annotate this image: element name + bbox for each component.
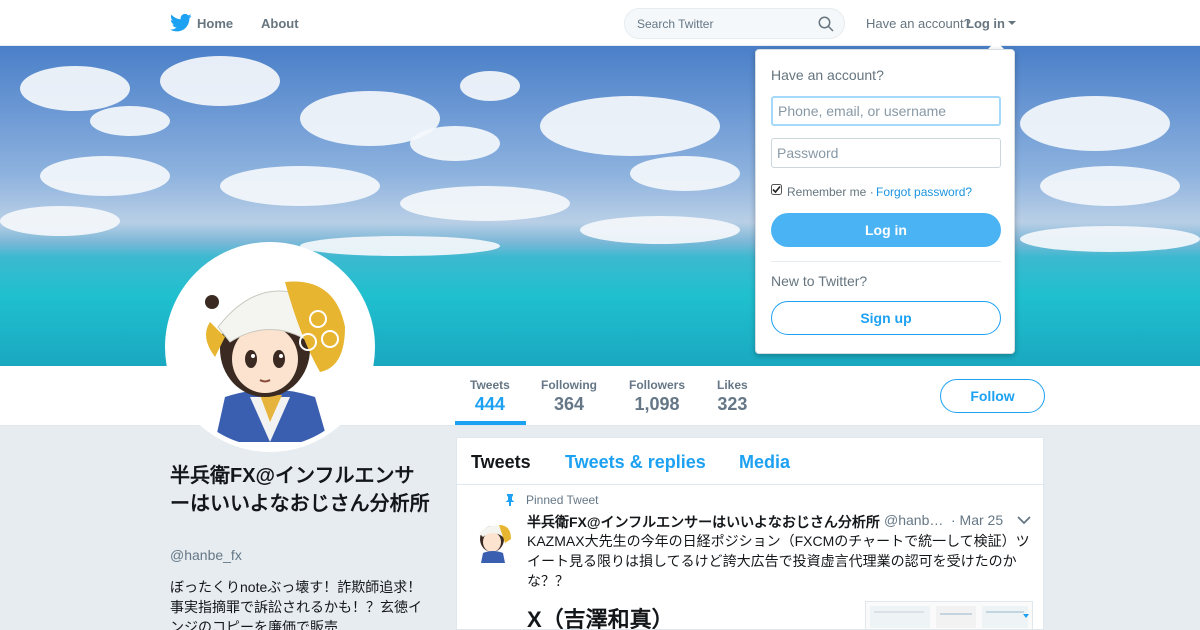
avatar-character-image [170,247,370,447]
timeline-tabs: Tweets Tweets & replies Media [457,438,1043,485]
stat-label: Followers [629,378,686,392]
follow-button[interactable]: Follow [940,379,1045,413]
tweet-author-handle[interactable]: @hanbe_fx [884,512,946,528]
forgot-password-link[interactable]: Forgot password? [876,185,972,199]
active-stat-indicator [455,421,526,425]
tab-media[interactable]: Media [739,452,790,473]
tweet-avatar[interactable] [473,517,513,563]
nav-about-link[interactable]: About [261,16,299,31]
timeline: Tweets Tweets & replies Media Pinned Twe… [456,437,1044,630]
tweet-author-name[interactable]: 半兵衛FX@インフルエンサーはいいよなおじさん分析所 [527,512,880,532]
stat-value: 323 [717,394,748,414]
stat-value: 364 [553,394,585,414]
search-icon[interactable] [818,16,834,32]
tab-tweets-replies[interactable]: Tweets & replies [565,452,706,473]
twitter-bird-icon[interactable] [170,13,192,33]
stat-tweets[interactable]: Tweets 444 [470,378,510,415]
stat-following[interactable]: Following 364 [541,378,597,415]
new-to-twitter-label: New to Twitter? [771,273,868,289]
chevron-down-icon[interactable] [1017,515,1031,525]
remember-me-checkbox[interactable] [771,184,782,195]
stat-followers[interactable]: Followers 1,098 [629,378,685,415]
nav-home-link[interactable]: Home [197,16,233,31]
dropdown-title: Have an account? [771,67,884,83]
tweet-media-thumbnail[interactable] [865,601,1033,629]
username-field[interactable] [771,96,1001,126]
password-field[interactable] [771,138,1001,168]
caret-down-icon[interactable] [1008,21,1016,25]
stat-likes[interactable]: Likes 323 [717,378,748,415]
signup-button[interactable]: Sign up [771,301,1001,335]
tweet-media-image[interactable]: X（吉澤和真） [527,602,847,629]
tweet-text: KAZMAX大先生の今年の日経ポジション（FXCMのチャートで統一して検証）ツイ… [527,533,1030,589]
have-account-text: Have an account? [866,16,971,31]
pinned-tweet-label: Pinned Tweet [526,493,599,507]
divider [771,261,1001,262]
pin-icon [505,494,515,506]
login-dropdown-toggle[interactable]: Log in [966,16,1005,31]
stat-value: 1,098 [634,394,680,414]
avatar[interactable] [165,242,375,452]
chart-thumbnail-image [870,606,1029,628]
remember-me-label[interactable]: Remember me · [787,185,874,199]
profile-handle[interactable]: @hanbe_fx [170,547,242,563]
tab-tweets[interactable]: Tweets [471,452,531,473]
search-box[interactable]: Search Twitter [624,8,845,39]
profile-name[interactable]: 半兵衛FX@インフルエンサーはいいよなおじさん分析所 [170,462,430,518]
login-dropdown: Have an account? Remember me · Forgot pa… [755,49,1015,354]
stat-label: Tweets [470,378,510,392]
login-button[interactable]: Log in [771,213,1001,247]
stat-label: Likes [717,378,748,392]
profile-bio: ぼったくりnoteぶっ壊す！詐欺師追求！事実指摘罪で訴訟されるかも！？玄徳インジ… [170,579,422,630]
top-navigation-bar: Home About Search Twitter Have an accoun… [0,0,1200,46]
stat-value: 444 [474,394,505,414]
tweet-date[interactable]: · Mar 25 [951,512,1003,528]
search-input[interactable]: Search Twitter [637,17,713,31]
stat-label: Following [541,378,597,392]
